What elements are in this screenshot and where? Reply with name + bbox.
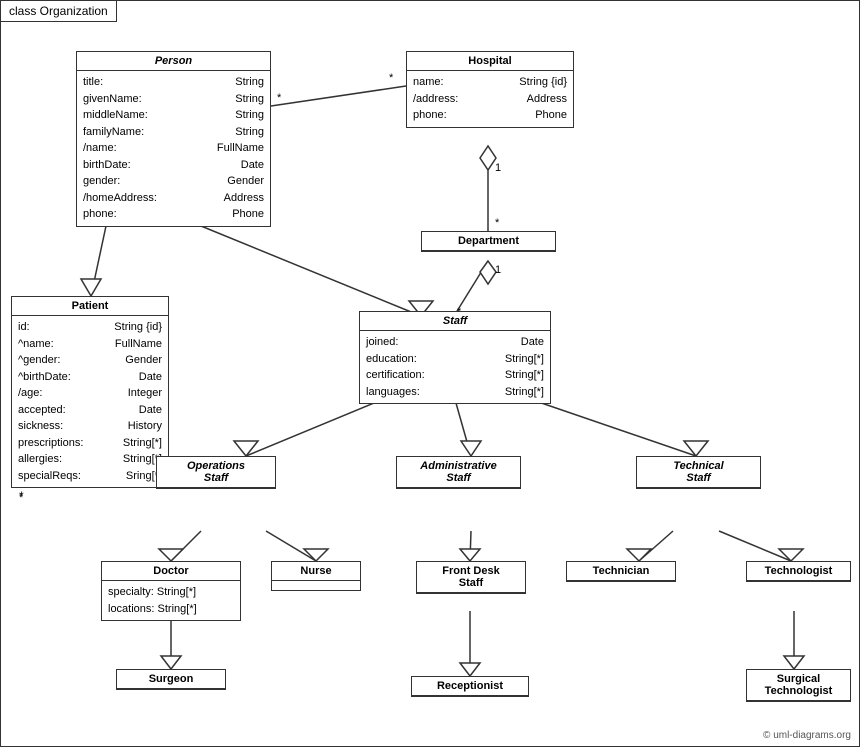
class-admin-staff-name: AdministrativeStaff bbox=[397, 457, 520, 488]
class-technician-name: Technician bbox=[567, 562, 675, 581]
class-receptionist: Receptionist bbox=[411, 676, 529, 697]
class-hospital: Hospital name:String {id} /address:Addre… bbox=[406, 51, 574, 128]
svg-text:1: 1 bbox=[495, 264, 501, 276]
svg-text:*: * bbox=[277, 92, 282, 104]
class-nurse-name: Nurse bbox=[272, 562, 360, 581]
class-staff-attrs: joined:Date education:String[*] certific… bbox=[360, 331, 550, 403]
class-front-desk: Front DeskStaff bbox=[416, 561, 526, 594]
class-surgeon: Surgeon bbox=[116, 669, 226, 690]
class-technologist: Technologist bbox=[746, 561, 851, 582]
copyright: © uml-diagrams.org bbox=[763, 730, 851, 741]
class-technician: Technician bbox=[566, 561, 676, 582]
class-patient-attrs: id:String {id} ^name:FullName ^gender:Ge… bbox=[12, 316, 168, 487]
class-patient: Patient id:String {id} ^name:FullName ^g… bbox=[11, 296, 169, 488]
class-nurse: Nurse bbox=[271, 561, 361, 591]
class-person-name: Person bbox=[77, 52, 270, 71]
diagram-container: class Organization * * 1 * 1 * bbox=[0, 0, 860, 747]
class-department-name: Department bbox=[422, 232, 555, 251]
svg-text:*: * bbox=[389, 72, 394, 84]
class-surgical-technologist-name: SurgicalTechnologist bbox=[747, 670, 850, 701]
class-person: Person title:String givenName:String mid… bbox=[76, 51, 271, 227]
class-staff-name: Staff bbox=[360, 312, 550, 331]
class-technologist-name: Technologist bbox=[747, 562, 850, 581]
class-department: Department bbox=[421, 231, 556, 252]
class-admin-staff: AdministrativeStaff bbox=[396, 456, 521, 489]
class-doctor-name: Doctor bbox=[102, 562, 240, 581]
class-operations-staff-name: OperationsStaff bbox=[157, 457, 275, 488]
class-receptionist-name: Receptionist bbox=[412, 677, 528, 696]
class-staff: Staff joined:Date education:String[*] ce… bbox=[359, 311, 551, 404]
svg-text:1: 1 bbox=[495, 162, 501, 174]
class-hospital-attrs: name:String {id} /address:Address phone:… bbox=[407, 71, 573, 127]
class-operations-staff: OperationsStaff bbox=[156, 456, 276, 489]
svg-text:*: * bbox=[495, 217, 500, 229]
class-hospital-name: Hospital bbox=[407, 52, 573, 71]
class-surgeon-name: Surgeon bbox=[117, 670, 225, 689]
class-patient-name: Patient bbox=[12, 297, 168, 316]
class-doctor-attrs: specialty: String[*] locations: String[*… bbox=[102, 581, 240, 620]
class-front-desk-name: Front DeskStaff bbox=[417, 562, 525, 593]
patient-star: * bbox=[19, 489, 24, 503]
class-surgical-technologist: SurgicalTechnologist bbox=[746, 669, 851, 702]
diagram-title: class Organization bbox=[1, 1, 117, 22]
class-technical-staff-name: TechnicalStaff bbox=[637, 457, 760, 488]
class-person-attrs: title:String givenName:String middleName… bbox=[77, 71, 270, 226]
class-doctor: Doctor specialty: String[*] locations: S… bbox=[101, 561, 241, 621]
class-technical-staff: TechnicalStaff bbox=[636, 456, 761, 489]
